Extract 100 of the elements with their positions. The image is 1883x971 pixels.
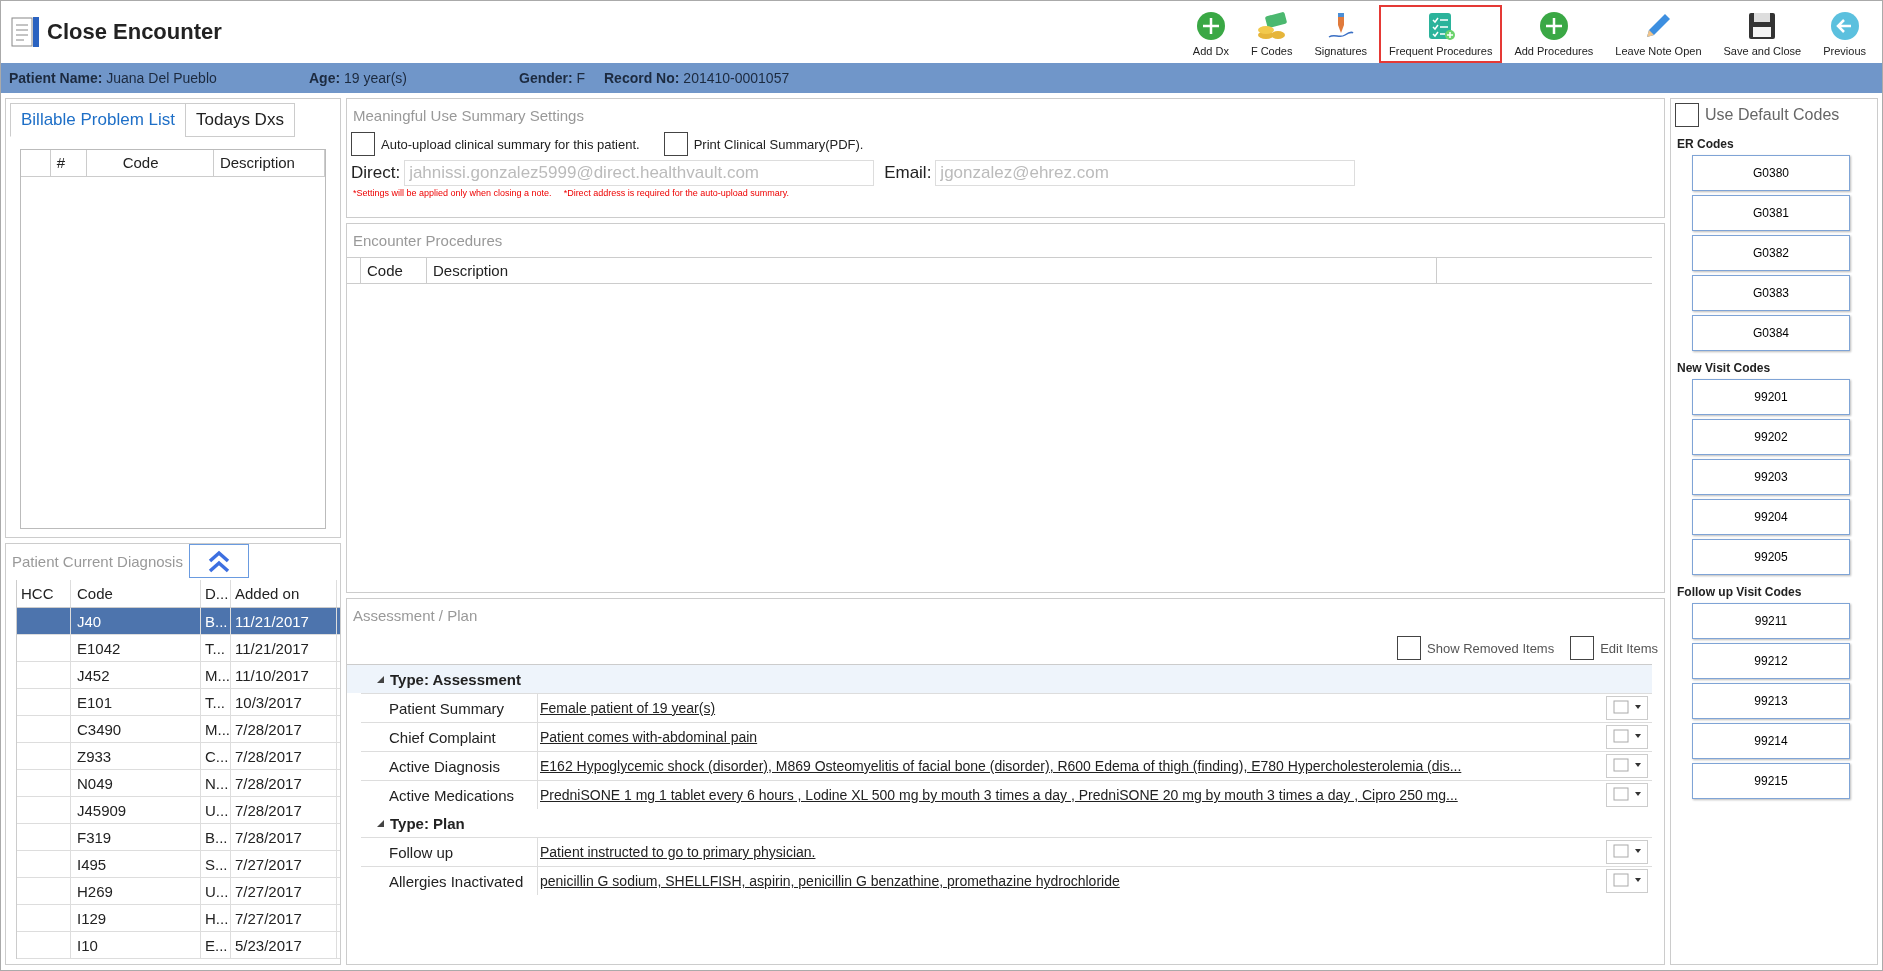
window-title: Close Encounter	[47, 19, 223, 45]
collapse-button[interactable]	[188, 544, 249, 578]
table-cell: M...	[201, 662, 231, 688]
code-button[interactable]: G0383	[1692, 275, 1850, 311]
column-header[interactable]: Code	[361, 258, 427, 283]
row-value: Female patient of 19 year(s)	[537, 694, 1602, 722]
code-button[interactable]: 99205	[1692, 539, 1850, 575]
column-header[interactable]: Description	[213, 150, 325, 176]
code-button[interactable]: G0380	[1692, 155, 1850, 191]
collapse-triangle-icon[interactable]	[377, 675, 384, 683]
column-header[interactable]: Code	[116, 150, 214, 176]
code-button[interactable]: 99215	[1692, 763, 1850, 799]
text-format-icon	[1613, 728, 1643, 743]
table-cell: 7/28/2017	[231, 743, 337, 769]
column-header[interactable]: HCC	[17, 580, 71, 607]
panel-title: Encounter Procedures	[352, 231, 504, 251]
collapse-triangle-icon[interactable]	[377, 819, 384, 827]
code-button[interactable]: 99213	[1692, 683, 1850, 719]
checkbox[interactable]	[663, 132, 688, 156]
diagnosis-row[interactable]: I495 S... 7/27/2017	[17, 851, 340, 878]
text-format-icon	[1613, 843, 1643, 858]
code-button[interactable]: 99214	[1692, 723, 1850, 759]
toolbar-button[interactable]: Add Procedures	[1504, 5, 1604, 63]
warning-note: *Direct address is required for the auto-upload summary.	[562, 187, 791, 200]
checkbox-label: Print Clinical Summary(PDF).	[693, 136, 864, 152]
code-button[interactable]: G0382	[1692, 235, 1850, 271]
table-cell: T...	[201, 689, 231, 715]
table-cell: F319	[71, 824, 201, 850]
table-cell: I495	[71, 851, 201, 877]
panel-title: Assessment / Plan	[352, 606, 479, 626]
code-button[interactable]: G0381	[1692, 195, 1850, 231]
table-cell: E1042	[71, 635, 201, 661]
plus-icon	[1195, 11, 1226, 41]
table-cell: S...	[201, 851, 231, 877]
toolbar-button[interactable]: Leave Note Open	[1605, 5, 1712, 63]
table-cell: 7/28/2017	[231, 770, 337, 796]
table-cell: C...	[201, 743, 231, 769]
row-value: Patient comes with-abdominal pain	[537, 723, 1602, 751]
table-cell: E101	[71, 689, 201, 715]
code-button[interactable]: 99203	[1692, 459, 1850, 495]
field-label: Direct:	[351, 163, 401, 183]
diagnosis-row[interactable]: Z933 C... 7/28/2017	[17, 743, 340, 770]
column-header[interactable]: D...	[201, 580, 231, 607]
code-button[interactable]: G0384	[1692, 315, 1850, 351]
row-value: E162 Hypoglycemic shock (disorder), M869 Osteomyelitis of facial bone (disorder), R600 Edema of thigh (finding), E780 Hypercholesterolemia (dis...	[537, 752, 1602, 780]
diagnosis-row[interactable]: J40 B... 11/21/2017	[17, 608, 340, 635]
diagnosis-row[interactable]: J452 M... 11/10/2017	[17, 662, 340, 689]
patient-field: Gender: F	[519, 70, 604, 86]
checkbox[interactable]	[351, 132, 375, 156]
diagnosis-row[interactable]: E1042 T... 11/21/2017	[17, 635, 340, 662]
email-field[interactable]: jgonzalez@ehrez.com	[935, 160, 1356, 186]
table-cell: I10	[71, 932, 201, 958]
warning-note: *Settings will be applied only when closing a note.	[352, 187, 553, 200]
row-label: Active Diagnosis	[388, 757, 501, 775]
column-header[interactable]: Description	[427, 258, 1437, 283]
table-cell: 7/28/2017	[231, 824, 337, 850]
row-label: Active Medications	[388, 786, 516, 804]
app-logo-icon	[11, 15, 41, 49]
column-header[interactable]: #	[50, 150, 87, 176]
table-cell: 11/21/2017	[231, 635, 337, 661]
diagnosis-row[interactable]: H269 U... 7/27/2017	[17, 878, 340, 905]
diagnosis-row[interactable]: J45909 U... 7/28/2017	[17, 797, 340, 824]
diagnosis-row[interactable]: I129 H... 7/27/2017	[17, 905, 340, 932]
column-header[interactable]: Code	[71, 580, 201, 607]
panel-title: Meaningful Use Summary Settings	[352, 106, 585, 126]
code-button[interactable]: 99211	[1692, 603, 1850, 639]
diagnosis-row[interactable]: I10 E... 5/23/2017	[17, 932, 340, 959]
table-cell: 7/27/2017	[231, 905, 337, 931]
diagnosis-row[interactable]: F319 B... 7/28/2017	[17, 824, 340, 851]
table-cell: B...	[201, 608, 231, 634]
patient-field: Patient Name: Juana Del Pueblo	[9, 70, 309, 86]
toolbar-button[interactable]: Add Dx	[1182, 5, 1239, 63]
toolbar-button[interactable]: Save and Close	[1713, 5, 1812, 63]
table-cell: U...	[201, 878, 231, 904]
diagnosis-row[interactable]: C3490 M... 7/28/2017	[17, 716, 340, 743]
toolbar-button[interactable]: Previous	[1813, 5, 1876, 63]
tab[interactable]: Todays Dxs	[185, 103, 295, 137]
table-cell: 7/28/2017	[231, 716, 337, 742]
code-button[interactable]: 99204	[1692, 499, 1850, 535]
checkbox[interactable]	[1397, 636, 1422, 660]
text-format-icon	[1613, 699, 1643, 714]
checkbox-label: Use Default Codes	[1705, 106, 1840, 124]
code-button[interactable]: 99212	[1692, 643, 1850, 679]
toolbar-button[interactable]: Signatures	[1304, 5, 1378, 63]
column-header[interactable]: Added on	[231, 580, 337, 607]
text-format-icon	[1613, 786, 1643, 801]
checkbox[interactable]	[1675, 103, 1699, 127]
field-label: Email:	[884, 163, 932, 183]
patient-field: Record No: 201410-0001057	[604, 70, 1004, 86]
code-button[interactable]: 99202	[1692, 419, 1850, 455]
toolbar-button[interactable]: F Codes	[1240, 5, 1303, 63]
direct-address-field[interactable]: jahnissi.gonzalez5999@direct.healthvault.com	[404, 160, 875, 186]
patient-field: Age: 19 year(s)	[309, 70, 519, 86]
diagnosis-row[interactable]: E101 T... 10/3/2017	[17, 689, 340, 716]
code-button[interactable]: 99201	[1692, 379, 1850, 415]
row-label: Chief Complaint	[388, 728, 497, 746]
tab[interactable]: Billable Problem List	[10, 103, 186, 137]
table-cell: J452	[71, 662, 201, 688]
diagnosis-row[interactable]: N049 N... 7/28/2017	[17, 770, 340, 797]
checkbox[interactable]	[1570, 636, 1595, 660]
